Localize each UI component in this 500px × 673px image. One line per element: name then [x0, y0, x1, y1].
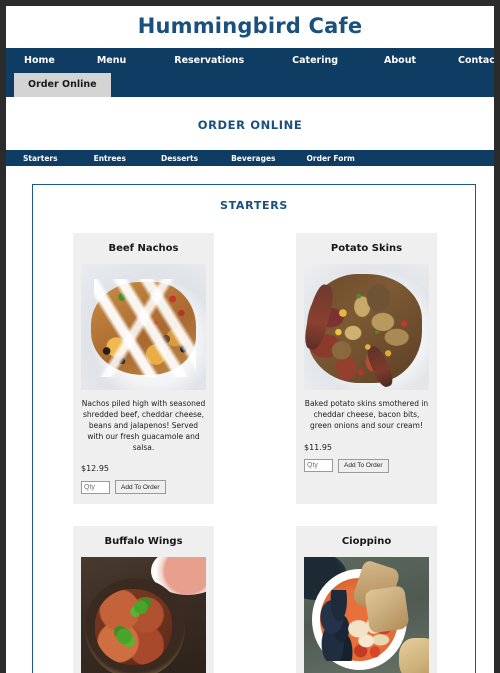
subnav-item-order-form[interactable]: Order Form	[307, 154, 355, 163]
section-heading: STARTERS	[219, 199, 289, 213]
cheese-and-toppings	[309, 276, 422, 383]
add-to-order-button[interactable]: Add To Order	[115, 480, 166, 495]
order-controls: Add To Order	[304, 458, 429, 473]
category-navigation: Starters Entrees Desserts Beverages Orde…	[6, 150, 494, 167]
nav-item-catering[interactable]: Catering	[282, 55, 348, 66]
menu-item-price: $12.95	[81, 464, 109, 474]
menu-item-name: Beef Nachos	[108, 243, 179, 255]
cioppino-photo	[304, 557, 429, 673]
add-to-order-button[interactable]: Add To Order	[338, 458, 389, 473]
sour-cream-drizzle	[93, 279, 196, 378]
subnav-item-beverages[interactable]: Beverages	[231, 154, 275, 163]
nav-item-home[interactable]: Home	[14, 55, 65, 66]
menu-card-potato-skins: Potato Skins Baked potato skins smothere…	[296, 233, 437, 505]
nav-item-reservations[interactable]: Reservations	[164, 55, 254, 66]
beef-nachos-photo	[81, 264, 206, 391]
menu-item-name: Potato Skins	[330, 243, 403, 255]
nav-item-about[interactable]: About	[374, 55, 426, 66]
order-controls: Add To Order	[81, 480, 206, 495]
menu-item-name: Buffalo Wings	[104, 536, 183, 548]
main-navigation: Home Menu Reservations Catering About Co…	[6, 48, 494, 74]
quantity-input[interactable]	[304, 459, 333, 473]
menu-card-beef-nachos: Beef Nachos Nachos piled high with seaso…	[73, 233, 214, 505]
subnav-item-entrees[interactable]: Entrees	[94, 154, 126, 163]
menu-item-description: Baked potato skins smothered in cheddar …	[304, 399, 429, 430]
subnav-item-starters[interactable]: Starters	[23, 154, 58, 163]
page-content: Hummingbird Cafe Home Menu Reservations …	[6, 6, 494, 673]
main-navigation-second-row: Order Online	[6, 73, 494, 98]
bread-slice	[363, 585, 410, 634]
menu-item-description: Nachos piled high with seasoned shredded…	[81, 399, 206, 452]
potato-skins-photo	[304, 264, 429, 391]
menu-card-body: Baked potato skins smothered in cheddar …	[296, 390, 437, 483]
menu-card-body: Nachos piled high with seasoned shredded…	[73, 390, 214, 504]
main-nav-list: Home Menu Reservations Catering About Co…	[6, 48, 494, 73]
starters-panel: STARTERS Beef Nachos Nachos piled high w…	[32, 184, 476, 673]
menu-card-cioppino: Cioppino	[296, 526, 437, 673]
menu-item-grid: Beef Nachos Nachos piled high with seaso…	[33, 233, 475, 673]
nav-item-contact[interactable]: Contact	[448, 55, 494, 66]
nav-item-order-online[interactable]: Order Online	[14, 73, 111, 98]
site-title: Hummingbird Cafe	[137, 14, 363, 38]
menu-item-price: $11.95	[304, 442, 332, 452]
bread-roll	[399, 638, 429, 673]
nav-item-menu[interactable]: Menu	[87, 55, 136, 66]
page-title: ORDER ONLINE	[197, 118, 303, 133]
menu-item-name: Cioppino	[341, 536, 392, 548]
subnav-item-desserts[interactable]: Desserts	[161, 154, 198, 163]
menu-card-buffalo-wings: Buffalo Wings	[73, 526, 214, 673]
quantity-input[interactable]	[81, 480, 110, 494]
buffalo-wings-photo	[81, 557, 206, 673]
parsley-garnish	[108, 595, 164, 651]
browser-viewport: Hummingbird Cafe Home Menu Reservations …	[0, 0, 500, 673]
